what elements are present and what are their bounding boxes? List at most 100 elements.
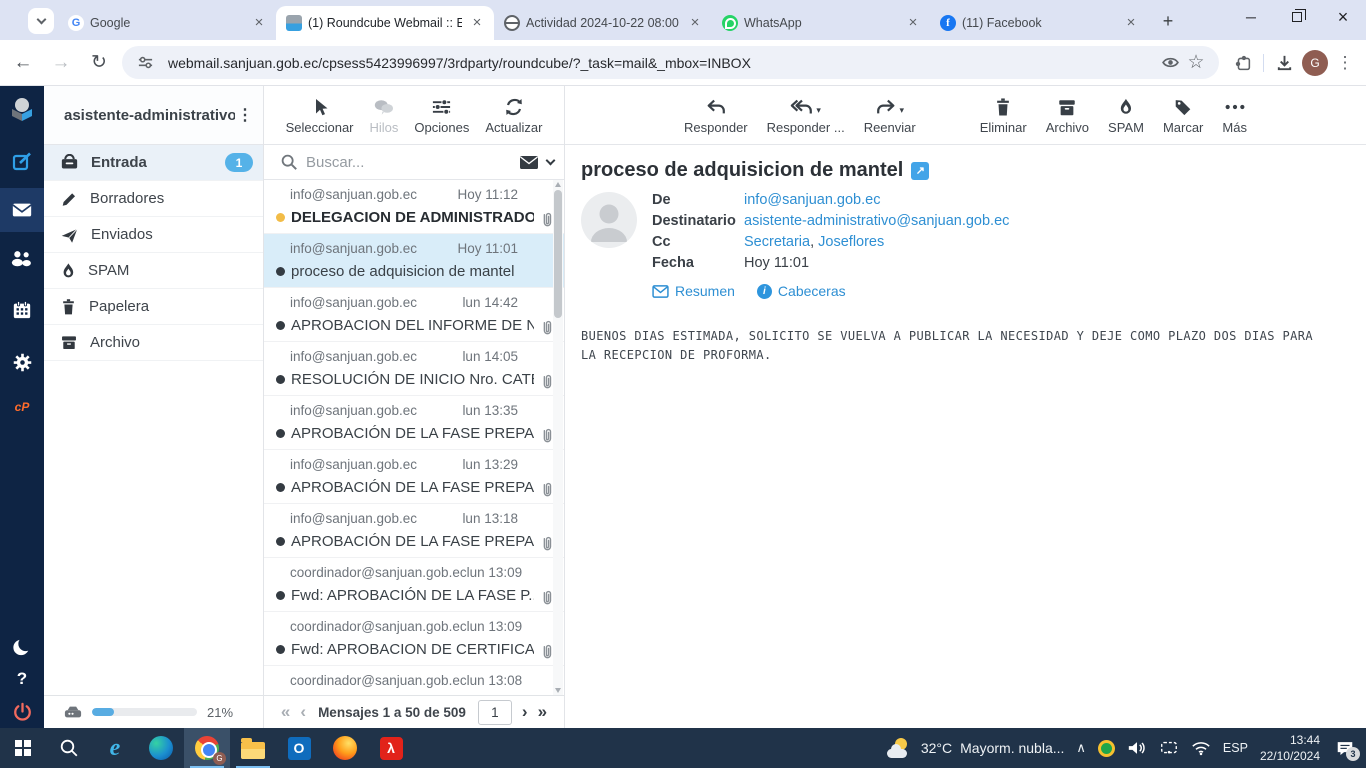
taskbar-clock[interactable]: 13:44 22/10/2024 [1260,732,1320,764]
message-list-item[interactable]: info@sanjuan.gob.ec lun 13:29 APROBACIÓN… [264,450,564,504]
tab-close-icon[interactable]: × [686,14,704,32]
weather-widget[interactable]: 32°C Mayorm. nubla... [886,738,1064,758]
browser-tab[interactable]: f (11) Facebook × [930,6,1148,40]
next-page-button[interactable]: › [522,702,528,722]
from-address-link[interactable]: info@sanjuan.gob.ec [744,192,880,208]
sidebar-item-archivo[interactable]: Archivo [44,325,263,361]
to-address-link[interactable]: asistente-administrativo@sanjuan.gob.ec [744,213,1009,229]
contacts-nav-button[interactable] [0,236,44,280]
start-button[interactable] [0,728,46,768]
profile-avatar[interactable]: G [1302,49,1328,76]
keyboard-language[interactable]: ESP [1223,741,1248,755]
notification-center-icon[interactable]: 3 [1332,735,1360,761]
message-list-item[interactable]: info@sanjuan.gob.ec Hoy 11:01 proceso de… [264,234,564,288]
headers-link[interactable]: i Cabeceras [756,283,846,299]
message-list-item[interactable]: coordinador@sanjuan.gob.ec lun 13:09 Fwd… [264,612,564,666]
browser-tab[interactable]: WhatsApp × [712,6,930,40]
taskbar-chrome-icon[interactable]: G [184,728,230,768]
reply-all-caret-icon[interactable]: ▾ [816,105,821,116]
taskbar-ie-icon[interactable]: e [92,728,138,768]
tray-expand-icon[interactable]: ∧ [1076,740,1086,756]
cc-address-link[interactable]: Secretaria [744,234,810,250]
taskbar-firefox-icon[interactable] [322,728,368,768]
prev-page-button[interactable]: ‹ [300,702,306,722]
close-window-button[interactable]: × [1320,0,1366,34]
minimize-button[interactable]: ─ [1228,0,1274,34]
open-in-new-window-icon[interactable]: ↗ [911,161,930,180]
search-input[interactable]: Buscar... [306,154,511,171]
message-list-item[interactable]: info@sanjuan.gob.ec Hoy 11:12 DELEGACION… [264,180,564,234]
taskbar-acrobat-icon[interactable]: λ [368,728,414,768]
wifi-icon[interactable] [1191,740,1211,756]
restore-button[interactable] [1274,0,1320,34]
forward-button[interactable]: ▾ Reenviar [864,95,916,135]
address-bar[interactable]: webmail.sanjuan.gob.ec/cpsess5423996997/… [122,46,1219,79]
archive-button[interactable]: Archivo [1046,95,1089,135]
reload-button[interactable]: ↻ [84,48,114,78]
preview-eye-icon[interactable] [1157,50,1183,76]
list-scrollbar[interactable] [553,180,563,695]
more-button[interactable]: Más [1222,95,1247,135]
message-list-item[interactable]: info@sanjuan.gob.ec lun 13:35 APROBACIÓN… [264,396,564,450]
cpanel-logo-icon[interactable]: cP [0,392,44,422]
dark-mode-moon-icon[interactable] [12,637,32,657]
search-scope-envelope-icon[interactable] [519,155,539,170]
sidebar-item-enviados[interactable]: Enviados [44,217,263,253]
reply-all-button[interactable]: ▾ Responder ... [767,95,845,135]
delete-button[interactable]: Eliminar [980,95,1027,135]
site-settings-icon[interactable] [132,50,158,76]
browser-menu-icon[interactable]: ⋮ [1332,53,1358,73]
extensions-icon[interactable] [1229,49,1257,77]
cc-address-link[interactable]: Joseflores [818,234,884,250]
logout-power-icon[interactable] [12,701,33,722]
compose-button[interactable] [0,140,44,184]
scrollbar-thumb[interactable] [554,190,562,318]
options-button[interactable]: Opciones [414,95,469,135]
page-number-input[interactable] [477,699,512,725]
tab-close-icon[interactable]: × [1122,14,1140,32]
account-menu-icon[interactable]: ⋮ [235,105,255,125]
tab-close-icon[interactable]: × [904,14,922,32]
scroll-down-arrow[interactable] [555,688,561,693]
calendar-nav-button[interactable] [0,288,44,332]
select-button[interactable]: Seleccionar [286,95,354,135]
settings-gear-icon[interactable] [0,340,44,384]
summary-link[interactable]: Resumen [652,283,735,299]
forward-button[interactable]: → [46,48,76,78]
browser-tab[interactable]: Actividad 2024-10-22 08:00: × [494,6,712,40]
tab-close-icon[interactable]: × [468,14,486,32]
sidebar-item-spam[interactable]: SPAM [44,253,263,289]
forward-caret-icon[interactable]: ▾ [899,105,904,116]
spam-button[interactable]: SPAM [1108,95,1144,135]
mark-button[interactable]: Marcar [1163,95,1203,135]
threads-button[interactable]: Hilos [370,95,398,135]
search-bar[interactable]: Buscar... [264,145,564,180]
taskbar-edge-icon[interactable] [138,728,184,768]
url-text[interactable]: webmail.sanjuan.gob.ec/cpsess5423996997/… [168,55,1157,71]
browser-tab[interactable]: (1) Roundcube Webmail :: En × [276,6,494,40]
message-list-item[interactable]: info@sanjuan.gob.ec lun 13:18 APROBACIÓN… [264,504,564,558]
last-page-button[interactable]: » [538,702,547,722]
browser-tab[interactable]: G Google × [58,6,276,40]
first-page-button[interactable]: « [281,702,290,722]
sidebar-item-papelera[interactable]: Papelera [44,289,263,325]
search-scope-chevron-icon[interactable] [545,155,556,166]
new-tab-button[interactable]: + [1154,7,1182,35]
mail-nav-button[interactable] [0,188,44,232]
sidebar-item-entrada[interactable]: Entrada 1 [44,145,263,181]
bookmark-star-icon[interactable]: ☆ [1183,50,1209,76]
message-list-item[interactable]: info@sanjuan.gob.ec lun 14:05 RESOLUCIÓN… [264,342,564,396]
taskbar-explorer-icon[interactable] [230,728,276,768]
downloads-icon[interactable] [1270,49,1298,77]
tab-close-icon[interactable]: × [250,14,268,32]
taskbar-outlook-icon[interactable]: O [276,728,322,768]
volume-icon[interactable] [1127,739,1147,757]
wireless-display-icon[interactable] [1159,740,1179,756]
sidebar-item-borradores[interactable]: Borradores [44,181,263,217]
tab-search-button[interactable] [28,8,54,34]
help-icon[interactable]: ? [17,669,27,689]
antivirus-tray-icon[interactable] [1097,739,1115,757]
message-list-item[interactable]: coordinador@sanjuan.gob.ec lun 13:08 [264,666,564,695]
taskbar-search-button[interactable] [46,728,92,768]
back-button[interactable]: ← [8,48,38,78]
